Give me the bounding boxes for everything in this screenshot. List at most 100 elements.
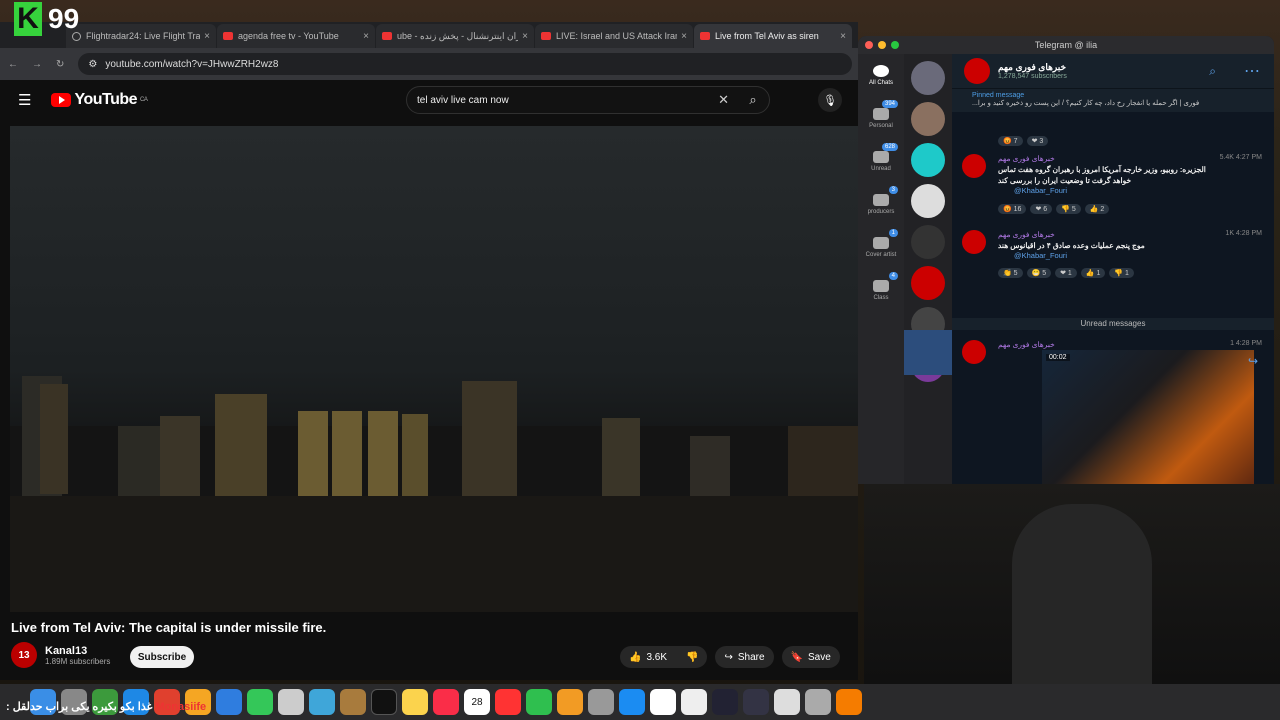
channel-link[interactable]: @Khabar_Fouri [1014,251,1067,260]
app-icon[interactable] [743,689,769,715]
notion-icon[interactable] [650,689,676,715]
settings-icon[interactable] [588,689,614,715]
search-icon[interactable]: ⌕ [737,87,769,113]
channel-header[interactable]: خبرهای فوری مهم 1,278,547 subscribers ⌕ ⋯ [952,54,1274,88]
forward-icon[interactable]: → [32,59,42,70]
close-icon[interactable]: × [363,31,369,42]
app-icon[interactable] [278,689,304,715]
tab-tel-aviv[interactable]: Live from Tel Aviv as siren × [694,24,852,48]
notes-icon[interactable] [402,689,428,715]
folder-icon [873,194,889,206]
stream-chat-ticker: Monasiife غذا بکو بکیره یکی براب حدلقل : [6,701,207,713]
chat-avatar[interactable] [911,102,945,136]
microphone-icon[interactable]: 🎙 [818,88,842,112]
play-icon [51,93,72,107]
app-icon[interactable] [774,689,800,715]
mail-icon[interactable] [216,689,242,715]
menu-icon[interactable]: ☰ [18,91,31,109]
folder-unread[interactable]: 628 Unread [858,140,904,183]
reload-icon[interactable]: ↻ [56,59,64,70]
folder-icon [873,280,889,292]
close-icon[interactable]: × [204,31,210,42]
clear-icon[interactable]: ✕ [718,92,729,108]
tab-flightradar[interactable]: Flightradar24: Live Flight Trac × [66,24,216,48]
folder-class[interactable]: 4 Class [858,269,904,312]
video-attachment[interactable]: 00:02 [1042,350,1254,484]
share-icon: ↪ [724,651,733,663]
url-field[interactable]: ⚙ youtube.com/watch?v=JHwwZRH2wz8 [78,53,852,75]
chat-avatar[interactable] [911,184,945,218]
calendar-app-icon[interactable] [681,689,707,715]
chat-avatar[interactable] [911,143,945,177]
chat-avatar[interactable] [911,61,945,95]
pages-icon[interactable] [557,689,583,715]
subscribe-button[interactable]: Subscribe [130,646,194,668]
music-icon[interactable] [433,689,459,715]
video-title: Live from Tel Aviv: The capital is under… [11,620,327,635]
folder-icon [873,237,889,249]
sender-avatar[interactable] [962,230,986,254]
pinned-message[interactable]: Pinned message فوری | اگر حمله یا انفجار… [952,88,1274,112]
tab-iran-international[interactable]: ube - ایران اینترنشنال - پخش زنده × [376,24,534,48]
share-button[interactable]: ↪ Share [715,646,774,668]
sender-avatar[interactable] [962,340,986,364]
chat-list [904,54,952,484]
telegram-titlebar: Telegram @ ilia [858,36,1274,54]
apple-tv-icon[interactable] [371,689,397,715]
save-button[interactable]: 🔖 Save [781,646,840,668]
app-icon[interactable] [712,689,738,715]
city-skyline [10,376,858,612]
chat-avatar-selected[interactable] [911,266,945,300]
youtube-icon [223,32,233,40]
forward-icon[interactable]: ↪ [1248,354,1258,368]
back-icon[interactable]: ← [8,59,18,70]
youtube-page: ☰ YouTube CA tel aviv live cam now ✕ ⌕ 🎙 Li… [0,80,858,680]
folder-cover-artist[interactable]: 1 Cover artist [858,226,904,269]
thumbs-down-icon[interactable]: 👎 [686,652,698,663]
zoom-window-button[interactable] [891,41,899,49]
minimize-window-button[interactable] [878,41,886,49]
reactions-row: 😡 7 ❤ 3 [998,136,1049,146]
search-icon[interactable]: ⌕ [1209,64,1216,79]
conversation-pane: خبرهای فوری مهم 1,278,547 subscribers ⌕ ⋯… [952,54,1274,484]
channel-link[interactable]: @Khabar_Fouri [1014,186,1067,195]
like-button[interactable]: 👍 3.6K 👎 [620,646,708,668]
channel-info[interactable]: 13 Kanal13 1.89M subscribers [11,642,110,668]
folder-producers[interactable]: 3 producers [858,183,904,226]
app-icon[interactable] [805,689,831,715]
stream-logo: K 99 [14,2,79,36]
close-window-button[interactable] [865,41,873,49]
app-store-icon[interactable] [619,689,645,715]
calendar-icon[interactable]: 28 [464,689,490,715]
folder-icon [873,151,889,163]
messages-icon[interactable] [247,689,273,715]
app-icon[interactable] [340,689,366,715]
folder-all-chats[interactable]: All Chats [858,54,904,97]
news-icon[interactable] [495,689,521,715]
browser-tab-bar: Flightradar24: Live Flight Trac × agenda … [0,22,858,48]
tab-agenda[interactable]: agenda free tv - YouTube × [217,24,375,48]
youtube-logo[interactable]: YouTube CA [51,91,148,109]
app-icon[interactable] [309,689,335,715]
thumbs-up-icon: 👍 [629,651,642,663]
close-icon[interactable]: × [522,31,528,42]
close-icon[interactable]: × [840,31,846,42]
sender-avatar[interactable] [962,154,986,178]
channel-avatar[interactable]: 13 [11,642,37,668]
video-player[interactable] [10,126,858,612]
channel-name[interactable]: Kanal13 [45,645,110,657]
bookmark-icon: 🔖 [790,651,804,663]
more-icon[interactable]: ⋯ [1244,61,1260,81]
folder-icon [873,108,889,120]
close-icon[interactable]: × [681,31,687,42]
tab-live-israel[interactable]: LIVE: Israel and US Attack Iran × [535,24,693,48]
chat-bubble-icon [873,65,889,77]
garageband-icon[interactable] [836,689,862,715]
site-info-icon[interactable]: ⚙ [88,59,97,70]
numbers-icon[interactable] [526,689,552,715]
folder-personal[interactable]: 394 Personal [858,97,904,140]
chat-avatar[interactable] [911,225,945,259]
search-input[interactable]: tel aviv live cam now ✕ ⌕ [406,86,770,114]
telegram-window: Telegram @ ilia All Chats 394 Personal 62… [858,36,1274,484]
message: خبرهای فوری مهم 1K 4:28 PM موج پنجم عملی… [962,230,1266,300]
